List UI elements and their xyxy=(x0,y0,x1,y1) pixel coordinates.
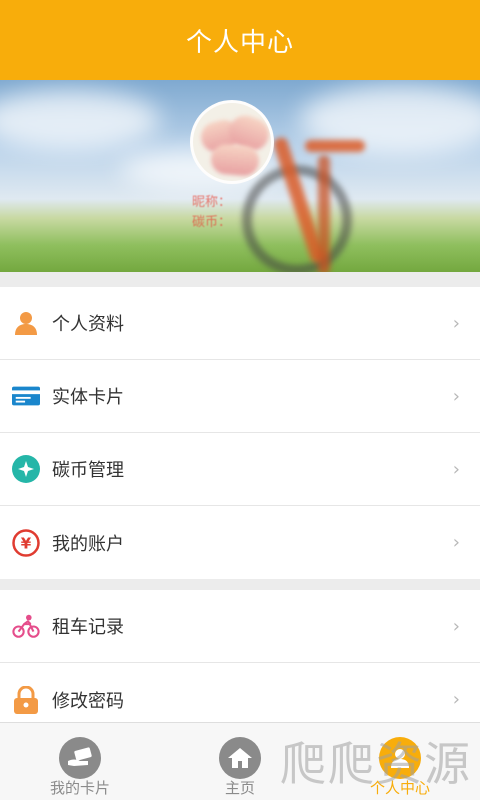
yuan-icon: ¥ xyxy=(12,528,40,557)
bottom-nav: 我的卡片 主页 个人中心 xyxy=(0,722,480,800)
menu-group-rental: 租车记录 › 修改密码 › xyxy=(0,590,480,736)
bike-frame-decoration xyxy=(318,155,330,272)
menu-item-physical-card[interactable]: 实体卡片 › xyxy=(0,360,480,433)
header-bar: 个人中心 xyxy=(0,0,480,80)
menu-item-rental-records[interactable]: 租车记录 › xyxy=(0,590,480,663)
lock-icon xyxy=(12,685,40,714)
nickname-label: 昵称： xyxy=(192,195,232,210)
menu-item-label: 实体卡片 xyxy=(52,387,124,408)
chevron-right-icon: › xyxy=(452,689,460,710)
home-icon xyxy=(219,737,261,779)
nav-tab-home[interactable]: 主页 xyxy=(160,723,320,800)
person-center-icon xyxy=(379,737,421,779)
menu-item-label: 租车记录 xyxy=(52,617,124,638)
cyclist-icon xyxy=(12,612,40,640)
menu-item-label: 我的账户 xyxy=(52,533,124,555)
card-hand-icon xyxy=(59,737,101,779)
nav-tab-personal-center[interactable]: 个人中心 xyxy=(320,723,480,800)
chevron-right-icon: › xyxy=(452,458,460,480)
page-title: 个人中心 xyxy=(185,27,294,58)
coins-label: 碳币： xyxy=(192,215,232,230)
avatar[interactable] xyxy=(190,100,274,184)
person-icon xyxy=(12,309,40,337)
nav-tab-label: 主页 xyxy=(224,779,255,797)
app-root: 个人中心 昵称： 碳币： 个人资料 › 实体卡片 › 碳币管理 › ¥ 我的账户… xyxy=(0,0,480,800)
nav-tab-my-cards[interactable]: 我的卡片 xyxy=(0,723,160,800)
cloud-decoration xyxy=(0,90,160,150)
menu-item-profile[interactable]: 个人资料 › xyxy=(0,287,480,360)
coin-icon xyxy=(12,455,40,483)
card-icon xyxy=(12,382,40,410)
bike-frame-decoration xyxy=(305,140,365,152)
menu-item-my-account[interactable]: ¥ 我的账户 › xyxy=(0,506,480,579)
chevron-right-icon: › xyxy=(452,312,460,334)
menu-item-label: 碳币管理 xyxy=(52,460,124,481)
profile-banner: 昵称： 碳币： xyxy=(0,80,480,272)
chevron-right-icon: › xyxy=(452,532,460,553)
menu-item-label: 个人资料 xyxy=(52,314,124,335)
nav-tab-label: 个人中心 xyxy=(369,779,430,797)
chevron-right-icon: › xyxy=(452,615,460,637)
chevron-right-icon: › xyxy=(452,385,460,407)
menu-item-coin-management[interactable]: 碳币管理 › xyxy=(0,433,480,506)
avatar-image xyxy=(209,142,261,178)
user-info: 昵称： 碳币： xyxy=(192,193,231,233)
nav-tab-label: 我的卡片 xyxy=(49,779,110,797)
menu-item-label: 修改密码 xyxy=(52,690,124,712)
svg-text:¥: ¥ xyxy=(21,534,32,552)
menu-group-account: 个人资料 › 实体卡片 › 碳币管理 › ¥ 我的账户 › xyxy=(0,287,480,579)
